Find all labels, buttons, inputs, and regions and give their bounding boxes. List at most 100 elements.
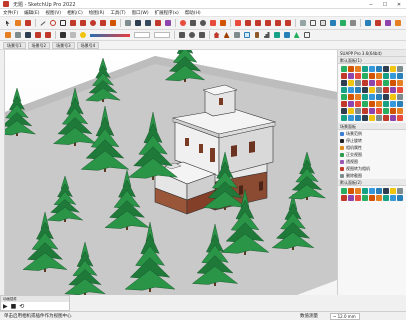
tray-item[interactable]: 视图转为相机 — [338, 165, 406, 172]
plugin-tool-icon[interactable] — [362, 73, 368, 79]
plugin-tool-icon[interactable] — [341, 87, 347, 93]
plugin-tool-icon[interactable] — [390, 188, 396, 194]
plugin-tool-icon[interactable] — [397, 195, 403, 201]
plugin-tool-icon[interactable] — [369, 115, 375, 121]
door-icon[interactable] — [252, 31, 261, 40]
shaded-icon[interactable] — [328, 19, 337, 28]
plugin-tool-icon[interactable] — [362, 115, 368, 121]
model-viewport[interactable] — [5, 50, 337, 295]
plugin-tool-icon[interactable] — [355, 115, 361, 121]
dimension-icon[interactable] — [133, 19, 142, 28]
menu-camera[interactable]: 相机(C) — [67, 10, 83, 16]
iso-view-icon[interactable] — [233, 19, 242, 28]
roof-icon[interactable] — [222, 31, 231, 40]
plugin-tool-icon[interactable] — [376, 73, 382, 79]
plugin-tool-icon[interactable] — [383, 80, 389, 86]
minimize-icon[interactable]: ─ — [364, 0, 378, 9]
plugin-tool-icon[interactable] — [362, 66, 368, 72]
plugin-tool-icon[interactable] — [390, 73, 396, 79]
tab-scene-2[interactable]: 场景号2 — [27, 41, 51, 49]
plugin-tool-icon[interactable] — [355, 80, 361, 86]
plugin-tool-icon[interactable] — [397, 115, 403, 121]
plugin-tool-icon[interactable] — [383, 108, 389, 114]
tray-item[interactable]: 停止旋转 — [338, 137, 406, 144]
previous-view-icon[interactable] — [218, 19, 227, 28]
menu-window[interactable]: 窗口(W) — [132, 10, 149, 16]
monochrome-icon[interactable] — [348, 19, 357, 28]
tray-panel-scenes[interactable]: 场景面板 — [338, 123, 406, 130]
plugin-tool-icon[interactable] — [376, 108, 382, 114]
close-icon[interactable]: ✕ — [392, 0, 406, 9]
top-view-icon[interactable] — [243, 19, 252, 28]
right-view-icon[interactable] — [263, 19, 272, 28]
plugin-tool-icon[interactable] — [383, 66, 389, 72]
rotate-icon[interactable] — [88, 19, 97, 28]
move-icon[interactable] — [78, 19, 87, 28]
pan-icon[interactable] — [188, 19, 197, 28]
plugin-tool-icon[interactable] — [390, 115, 396, 121]
layout-icon[interactable] — [383, 19, 392, 28]
plugin-tool-icon[interactable] — [369, 94, 375, 100]
array-icon[interactable] — [272, 31, 281, 40]
zoom-icon[interactable] — [198, 19, 207, 28]
plugin-tool-icon[interactable] — [348, 73, 354, 79]
plugin-tool-icon[interactable] — [397, 66, 403, 72]
mirror-icon[interactable] — [282, 31, 291, 40]
plugin-tool-icon[interactable] — [355, 195, 361, 201]
solid-subtract-icon[interactable] — [43, 31, 52, 40]
styles-icon[interactable] — [393, 19, 402, 28]
position-camera-icon[interactable] — [197, 31, 206, 40]
intersect-icon[interactable] — [23, 31, 32, 40]
plugin-tool-icon[interactable] — [341, 80, 347, 86]
sandbox-icon[interactable] — [13, 31, 22, 40]
window-tool-icon[interactable] — [242, 31, 251, 40]
tab-scene-4[interactable]: 场景号4 — [76, 41, 100, 49]
grid-icon[interactable] — [302, 31, 311, 40]
plugin-tool-icon[interactable] — [376, 115, 382, 121]
plugin-tool-icon[interactable] — [390, 94, 396, 100]
trees-icon[interactable] — [292, 31, 301, 40]
axes-icon[interactable] — [153, 19, 162, 28]
plugin-tool-icon[interactable] — [376, 87, 382, 93]
wireframe-icon[interactable] — [308, 19, 317, 28]
plugin-tool-icon[interactable] — [383, 87, 389, 93]
tray-item[interactable]: 相机属性 — [338, 144, 406, 151]
plugin-tool-icon[interactable] — [341, 108, 347, 114]
plugin-tool-icon[interactable] — [341, 195, 347, 201]
look-around-icon[interactable] — [187, 31, 196, 40]
plugin-tool-icon[interactable] — [355, 87, 361, 93]
time-field[interactable] — [134, 32, 150, 38]
plugin-tool-icon[interactable] — [348, 66, 354, 72]
plugin-tool-icon[interactable] — [376, 101, 382, 107]
plugin-tool-icon[interactable] — [341, 188, 347, 194]
model-scene[interactable] — [5, 50, 337, 295]
plugin-tool-icon[interactable] — [355, 94, 361, 100]
plugin-tool-icon[interactable] — [355, 101, 361, 107]
tab-scene-1[interactable]: 场景号1 — [3, 41, 26, 49]
shaded-texture-icon[interactable] — [338, 19, 347, 28]
xray-icon[interactable] — [298, 19, 307, 28]
plugin-tool-icon[interactable] — [397, 73, 403, 79]
push-pull-icon[interactable] — [68, 19, 77, 28]
text-icon[interactable] — [143, 19, 152, 28]
menu-help[interactable]: 帮助(H) — [185, 10, 201, 16]
paint-bucket-icon[interactable] — [23, 19, 32, 28]
plugin-tool-icon[interactable] — [369, 101, 375, 107]
stairs-icon[interactable] — [262, 31, 271, 40]
menu-tools[interactable]: 工具(T) — [110, 10, 125, 16]
plugin-tool-icon[interactable] — [362, 108, 368, 114]
sun-icon[interactable] — [78, 31, 87, 40]
plugin-tool-icon[interactable] — [383, 188, 389, 194]
walk-icon[interactable] — [177, 31, 186, 40]
plugin-tool-icon[interactable] — [348, 195, 354, 201]
plugin-tool-icon[interactable] — [348, 80, 354, 86]
plugin-tool-icon[interactable] — [355, 73, 361, 79]
plugin-tool-icon[interactable] — [362, 101, 368, 107]
plugin-tool-icon[interactable] — [348, 87, 354, 93]
3d-warehouse-icon[interactable] — [363, 19, 372, 28]
back-view-icon[interactable] — [273, 19, 282, 28]
plugin-tool-icon[interactable] — [369, 188, 375, 194]
plugin-tool-icon[interactable] — [397, 188, 403, 194]
arc-icon[interactable] — [48, 19, 57, 28]
tray-panel-library[interactable]: 默认面板(1) — [338, 57, 406, 64]
